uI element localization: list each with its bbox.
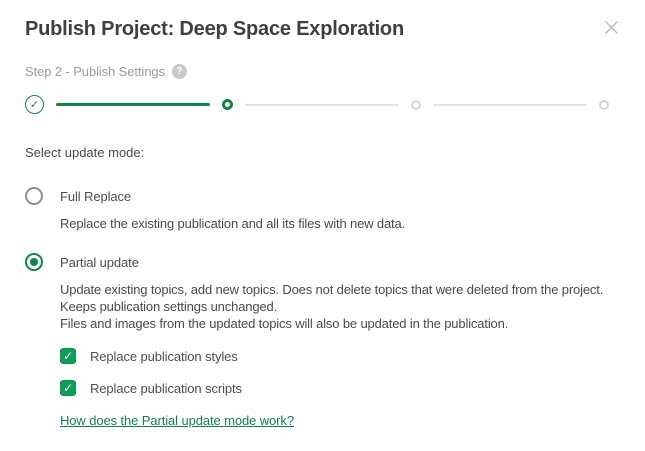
close-icon bbox=[604, 20, 618, 34]
step-3-dot bbox=[411, 99, 421, 110]
partial-update-description-para1: Update existing topics, add new topics. … bbox=[60, 282, 604, 314]
radio-label-full-replace: Full Replace bbox=[60, 188, 132, 204]
step-1-2-connector bbox=[56, 103, 210, 106]
checkbox-row-replace-styles[interactable]: ✓ Replace publication styles bbox=[60, 348, 620, 364]
help-icon[interactable]: ? bbox=[171, 63, 187, 79]
step-header: Step 2 - Publish Settings ? bbox=[25, 63, 620, 79]
step-4-dot bbox=[599, 99, 609, 110]
step-2-3-connector bbox=[245, 103, 399, 106]
step-3-4-connector bbox=[433, 103, 587, 106]
publish-project-dialog: Publish Project: Deep Space Exploration … bbox=[0, 0, 645, 451]
radio-label-partial-update: Partial update bbox=[60, 254, 139, 270]
full-replace-description: Replace the existing publication and all… bbox=[60, 216, 406, 231]
partial-update-help-link[interactable]: How does the Partial update mode work? bbox=[60, 413, 294, 429]
step-1-completed-icon: ✓ bbox=[25, 95, 44, 114]
partial-update-description: Update existing topics, add new topics. … bbox=[60, 281, 620, 332]
checkbox-row-replace-scripts[interactable]: ✓ Replace publication scripts bbox=[60, 380, 620, 396]
radio-full-replace[interactable] bbox=[25, 187, 43, 205]
checkbox-replace-publication-scripts[interactable]: ✓ bbox=[60, 380, 76, 396]
radio-option-full-replace[interactable]: Full Replace bbox=[25, 187, 620, 205]
partial-update-options: ✓ Replace publication styles ✓ Replace p… bbox=[60, 348, 620, 396]
close-button[interactable] bbox=[601, 17, 621, 37]
check-icon: ✓ bbox=[29, 99, 40, 111]
checkbox-label-replace-styles: Replace publication styles bbox=[90, 348, 238, 364]
step-label: Step 2 - Publish Settings bbox=[25, 63, 165, 79]
partial-update-description-para2: Files and images from the updated topics… bbox=[60, 316, 509, 331]
checkbox-replace-publication-styles[interactable]: ✓ bbox=[60, 348, 76, 364]
radio-option-partial-update[interactable]: Partial update bbox=[25, 253, 620, 271]
radio-partial-update[interactable] bbox=[25, 253, 43, 271]
step-2-current-dot bbox=[222, 99, 233, 110]
select-update-mode-label: Select update mode: bbox=[25, 145, 145, 160]
check-icon: ✓ bbox=[62, 381, 74, 395]
checkbox-label-replace-scripts: Replace publication scripts bbox=[90, 380, 242, 396]
dialog-title: Publish Project: Deep Space Exploration bbox=[25, 18, 404, 40]
step-progress-bar: ✓ bbox=[25, 95, 609, 114]
check-icon: ✓ bbox=[62, 349, 74, 363]
